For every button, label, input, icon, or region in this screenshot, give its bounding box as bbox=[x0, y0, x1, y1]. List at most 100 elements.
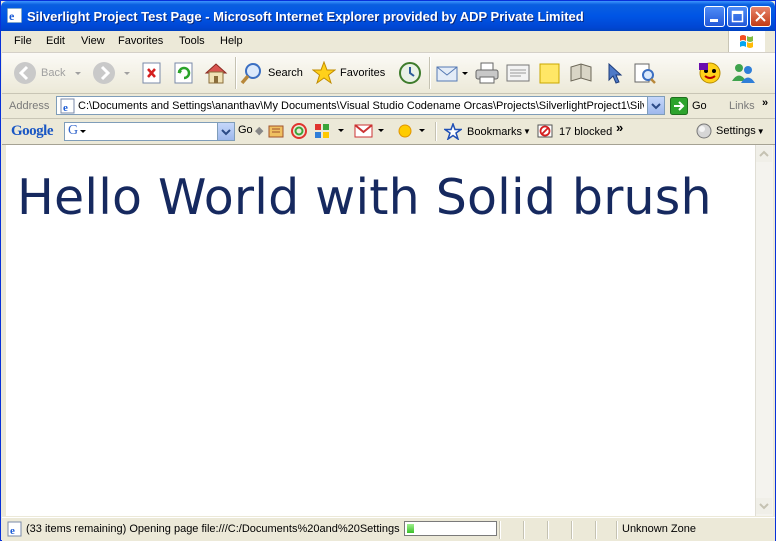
chevron-down-icon bbox=[759, 503, 769, 510]
mail-button[interactable] bbox=[435, 60, 469, 86]
print-button[interactable] bbox=[474, 60, 500, 86]
minimize-icon bbox=[710, 19, 718, 22]
maximize-icon bbox=[731, 10, 744, 23]
bookmarks-button[interactable]: Bookmarks ▼ bbox=[444, 123, 531, 140]
history-icon bbox=[399, 62, 421, 84]
chevron-up-icon bbox=[759, 150, 769, 157]
mail-icon bbox=[436, 66, 458, 82]
refresh-icon bbox=[174, 62, 193, 84]
chevron-down-icon bbox=[651, 103, 661, 110]
gadgets-icon[interactable] bbox=[313, 122, 333, 140]
status-divider bbox=[595, 521, 597, 539]
status-text: (33 items remaining) Opening page file:/… bbox=[26, 523, 400, 535]
close-button[interactable] bbox=[750, 6, 771, 27]
menu-help[interactable]: Help bbox=[220, 35, 243, 47]
toolbar-separator bbox=[235, 57, 237, 89]
gmail-icon[interactable] bbox=[354, 123, 374, 139]
yahoo-messenger-button[interactable] bbox=[697, 60, 723, 86]
svg-text:e: e bbox=[63, 102, 68, 114]
news-icon[interactable] bbox=[267, 122, 287, 140]
document-search-icon bbox=[634, 63, 656, 84]
loading-progress-bar bbox=[404, 521, 497, 536]
status-divider bbox=[571, 521, 573, 539]
address-value: C:\Documents and Settings\ananthav\My Do… bbox=[78, 100, 644, 112]
address-go-button[interactable]: Go bbox=[670, 97, 707, 115]
chevron-down-icon bbox=[221, 129, 231, 136]
popup-blocker-button[interactable]: 17 blocked bbox=[537, 123, 612, 140]
menu-bar: File Edit View Favorites Tools Help bbox=[2, 31, 775, 53]
tools-button[interactable] bbox=[632, 60, 658, 86]
status-divider bbox=[499, 521, 501, 539]
msn-messenger-button[interactable] bbox=[729, 60, 757, 86]
yahoo-messenger-icon bbox=[699, 62, 721, 84]
search-icon bbox=[240, 63, 261, 85]
search-button[interactable]: Search bbox=[240, 60, 303, 86]
printer-icon bbox=[475, 62, 499, 84]
google-search-input[interactable]: G bbox=[64, 122, 235, 141]
address-dropdown-button[interactable] bbox=[647, 97, 664, 114]
sticky-note-icon bbox=[539, 63, 560, 84]
menu-view[interactable]: View bbox=[81, 35, 105, 47]
scroll-up-button[interactable] bbox=[756, 146, 772, 162]
google-search-dropdown[interactable] bbox=[217, 123, 234, 140]
standard-toolbar: Back Search Favorites bbox=[2, 53, 775, 94]
sun-icon[interactable] bbox=[395, 122, 415, 140]
minimize-button[interactable] bbox=[704, 6, 725, 27]
refresh-button[interactable] bbox=[173, 60, 195, 86]
spiral-icon[interactable] bbox=[290, 122, 310, 140]
msn-buddies-icon bbox=[732, 64, 755, 83]
google-go-button[interactable]: Go bbox=[238, 124, 253, 136]
links-toolbar[interactable]: Links bbox=[729, 100, 755, 112]
menu-file[interactable]: File bbox=[14, 35, 32, 47]
favorites-button[interactable]: Favorites bbox=[312, 60, 385, 86]
history-button[interactable] bbox=[397, 60, 423, 86]
research-icon bbox=[570, 63, 592, 82]
address-bar: Address e C:\Documents and Settings\anan… bbox=[2, 94, 775, 119]
star-icon bbox=[312, 61, 336, 85]
menu-tools[interactable]: Tools bbox=[179, 35, 205, 47]
browser-window: e Silverlight Project Test Page - Micros… bbox=[0, 0, 776, 541]
maximize-button[interactable] bbox=[727, 6, 748, 27]
chevron-right-icon[interactable]: » bbox=[762, 97, 768, 109]
svg-text:e: e bbox=[9, 9, 15, 23]
star-outline-icon bbox=[444, 123, 462, 140]
loading-progress-fill bbox=[407, 524, 414, 533]
chevron-down-icon[interactable] bbox=[418, 126, 426, 136]
address-label: Address bbox=[9, 100, 50, 112]
settings-button[interactable]: Settings ▼ bbox=[696, 123, 765, 139]
research-button[interactable] bbox=[568, 60, 594, 86]
messenger-button[interactable] bbox=[601, 60, 627, 86]
google-toolbar: Google G Go ◆ Bookmarks ▼ 17 blocked » S… bbox=[2, 119, 775, 145]
back-button[interactable]: Back bbox=[13, 60, 83, 86]
menu-edit[interactable]: Edit bbox=[46, 35, 65, 47]
forward-button[interactable] bbox=[92, 60, 132, 86]
chevron-down-icon: ▼ bbox=[523, 127, 531, 136]
edit-button[interactable] bbox=[505, 60, 531, 86]
scroll-down-button[interactable] bbox=[756, 498, 772, 514]
note-button[interactable] bbox=[537, 60, 563, 86]
google-logo[interactable]: Google bbox=[11, 123, 54, 140]
security-zone: Unknown Zone bbox=[622, 523, 696, 535]
home-button[interactable] bbox=[203, 60, 229, 86]
vertical-scrollbar[interactable] bbox=[755, 145, 773, 516]
go-arrow-icon bbox=[670, 97, 688, 115]
status-bar: e (33 items remaining) Opening page file… bbox=[2, 517, 775, 541]
address-input[interactable]: e C:\Documents and Settings\ananthav\My … bbox=[56, 96, 665, 115]
status-divider bbox=[616, 521, 618, 539]
ie-logo-icon: e bbox=[7, 8, 22, 23]
close-icon bbox=[755, 11, 766, 22]
popup-blocked-icon bbox=[537, 124, 553, 138]
title-bar[interactable]: e Silverlight Project Test Page - Micros… bbox=[1, 1, 775, 31]
forward-arrow-icon bbox=[93, 62, 115, 84]
windows-flag-icon bbox=[728, 31, 765, 52]
window-title: Silverlight Project Test Page - Microsof… bbox=[27, 9, 584, 24]
chevron-right-icon[interactable]: » bbox=[616, 120, 623, 135]
chevron-down-icon[interactable] bbox=[377, 126, 385, 136]
svg-text:e: e bbox=[10, 525, 15, 537]
menu-favorites[interactable]: Favorites bbox=[118, 35, 163, 47]
ie-page-icon: e bbox=[7, 521, 22, 537]
chevron-down-icon[interactable] bbox=[337, 126, 345, 136]
chevron-down-icon bbox=[80, 130, 86, 133]
stop-button[interactable] bbox=[141, 60, 163, 86]
chevron-down-icon bbox=[124, 72, 130, 75]
